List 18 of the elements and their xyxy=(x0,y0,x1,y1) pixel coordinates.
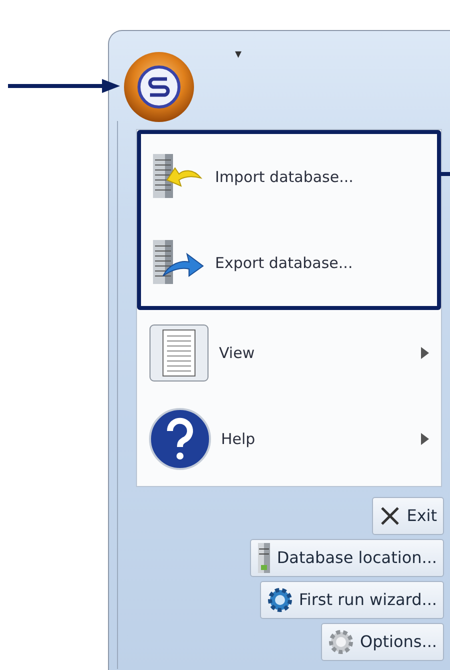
gear-icon xyxy=(328,629,354,655)
help-icon xyxy=(149,408,211,470)
submenu-arrow-icon xyxy=(421,347,429,359)
application-orb-icon[interactable] xyxy=(123,51,195,123)
submenu-arrow-icon xyxy=(421,433,429,445)
menu-button[interactable]: Exit xyxy=(372,497,444,535)
menu-item[interactable]: Import database... xyxy=(141,134,437,220)
menu-button[interactable]: Options... xyxy=(321,623,444,661)
gear-icon xyxy=(266,587,293,613)
menu-item[interactable]: Export database... xyxy=(141,220,437,306)
close-icon xyxy=(378,505,401,527)
quick-access-dropdown[interactable]: ▾ xyxy=(235,45,242,64)
document-icon xyxy=(149,324,209,382)
menu-item[interactable]: Help xyxy=(137,396,441,482)
menu-button[interactable]: Database location... xyxy=(250,539,444,577)
menu-item[interactable]: View xyxy=(137,310,441,396)
menu-button[interactable]: First run wizard... xyxy=(260,581,444,619)
server-icon xyxy=(256,543,271,573)
